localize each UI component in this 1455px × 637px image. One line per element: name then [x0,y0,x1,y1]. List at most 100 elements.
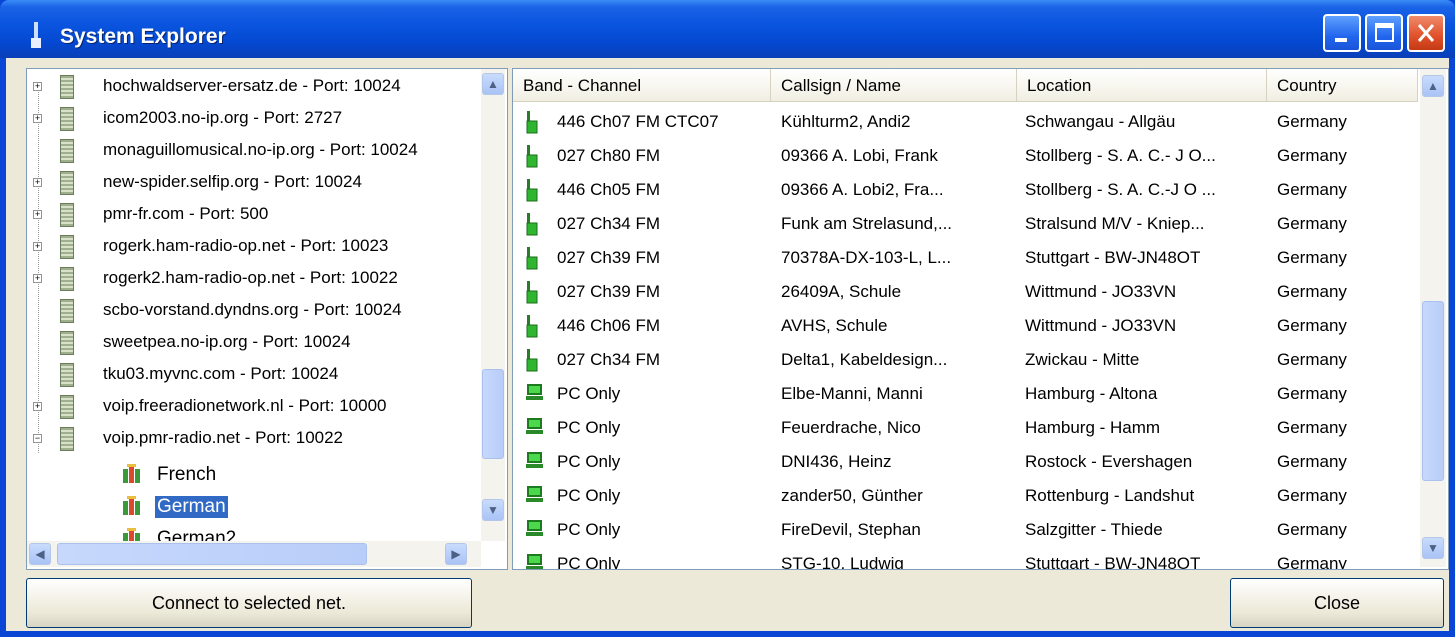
minimize-button[interactable] [1323,14,1361,52]
tree-server-label: voip.freeradionetwork.nl - Port: 10000 [103,396,387,415]
close-button[interactable]: Close [1230,578,1444,628]
list-row[interactable]: PC Only Feuerdrache, Nico Hamburg - Hamm Ge… [513,411,1418,445]
scroll-up-button[interactable]: ▲ [482,73,504,95]
list-scroll-thumb[interactable] [1422,301,1444,481]
expand-icon[interactable]: + [33,210,42,219]
tree-vertical-scrollbar[interactable]: ▲ ▼ [481,69,505,541]
list-row[interactable]: PC Only Elbe-Manni, Manni Hamburg - Altona… [513,377,1418,411]
server-icon [60,395,74,419]
tree-net-label: French [157,464,217,485]
cell-band: PC Only [557,486,621,505]
expand-icon[interactable]: + [33,402,42,411]
user-list[interactable]: Band - Channel Callsign / Name Location … [512,68,1449,570]
column-header-callsign[interactable]: Callsign / Name [771,69,1017,101]
column-header-band[interactable]: Band - Channel [513,69,771,101]
tree-net-label: German [154,495,229,519]
pc-icon [526,520,543,536]
scroll-down-button[interactable]: ▼ [482,499,504,521]
cell-band: 446 Ch05 FM [557,180,660,199]
cell-country: Germany [1277,180,1347,199]
list-row[interactable]: PC Only zander50, Günther Rottenburg - Lan… [513,479,1418,513]
list-scroll-down-button[interactable]: ▼ [1422,537,1444,559]
radio-icon [526,213,538,236]
list-row[interactable]: PC Only FireDevil, Stephan Salzgitter - Th… [513,513,1418,547]
list-row[interactable]: 446 Ch07 FM CTC07 Kühlturm2, Andi2 Schwang… [513,105,1418,139]
server-tree[interactable]: + hochwaldserver-ersatz.de - Port: 10024 +… [26,68,508,570]
expand-icon[interactable]: + [33,274,42,283]
cell-band: 446 Ch07 FM CTC07 [557,112,719,131]
list-row[interactable]: PC Only DNI436, Heinz Rostock - Evershagen… [513,445,1418,479]
cell-band: 027 Ch34 FM [557,214,660,233]
cell-country: Germany [1277,452,1347,471]
cell-callsign: DNI436, Heinz [781,452,892,471]
radio-icon [526,111,538,134]
cell-country: Germany [1277,554,1347,570]
cell-location: Schwangau - Allgäu [1025,112,1176,131]
server-icon [60,107,74,131]
cell-country: Germany [1277,248,1347,267]
tree-server-label: new-spider.selfip.org - Port: 10024 [103,172,362,191]
cell-location: Hamburg - Hamm [1025,418,1161,437]
cell-band: PC Only [557,418,621,437]
cell-callsign: AVHS, Schule [781,316,888,335]
cell-location: Rottenburg - Landshut [1025,486,1195,505]
tree-server-label: monaguillomusical.no-ip.org - Port: 1002… [103,140,418,159]
tree-server-label: rogerk.ham-radio-op.net - Port: 10023 [103,236,389,255]
cell-band: 027 Ch80 FM [557,146,660,165]
server-icon [60,299,74,323]
tree-scroll-thumb[interactable] [482,369,504,459]
list-row[interactable]: 446 Ch06 FM AVHS, Schule Wittmund - JO33VN… [513,309,1418,343]
close-icon [1417,24,1435,42]
cell-country: Germany [1277,112,1347,131]
cell-callsign: Kühlturm2, Andi2 [781,112,911,131]
column-header-location[interactable]: Location [1017,69,1267,101]
tree-horizontal-scrollbar[interactable]: ◀ ▶ [27,541,481,567]
tree-connector-line [38,83,39,453]
tree-server-label: hochwaldserver-ersatz.de - Port: 10024 [103,76,401,95]
radio-icon [526,179,538,202]
cell-band: 027 Ch39 FM [557,282,660,301]
list-row[interactable]: 027 Ch34 FM Delta1, Kabeldesign... Zwickau… [513,343,1418,377]
list-scroll-up-button[interactable]: ▲ [1422,75,1444,97]
title-bar[interactable]: System Explorer [0,0,1455,58]
cell-location: Wittmund - JO33VN [1025,282,1177,301]
cell-country: Germany [1277,146,1347,165]
cell-callsign: Funk am Strelasund,... [781,214,953,233]
close-window-button[interactable] [1407,14,1445,52]
cell-country: Germany [1277,282,1347,301]
expand-icon[interactable]: + [33,114,42,123]
radio-icon [526,145,538,168]
cell-location: Stralsund M/V - Kniep... [1025,214,1205,233]
connect-button[interactable]: Connect to selected net. [26,578,472,628]
cell-callsign: 26409A, Schule [781,282,902,301]
tree-hscroll-thumb[interactable] [57,543,367,565]
server-icon [60,267,74,291]
cell-callsign: Elbe-Manni, Manni [781,384,923,403]
app-icon [31,22,41,48]
cell-callsign: Delta1, Kabeldesign... [781,350,948,369]
maximize-button[interactable] [1365,14,1403,52]
column-header-country[interactable]: Country [1267,69,1418,101]
list-row[interactable]: 027 Ch80 FM 09366 A. Lobi, Frank Stollberg… [513,139,1418,173]
radio-icon [526,281,538,304]
expand-icon[interactable]: + [33,242,42,251]
tree-server-label: icom2003.no-ip.org - Port: 2727 [103,108,343,127]
client-area: + hochwaldserver-ersatz.de - Port: 10024 +… [6,58,1449,631]
list-row[interactable]: 446 Ch05 FM 09366 A. Lobi2, Fra... Stollbe… [513,173,1418,207]
maximize-icon [1375,23,1394,42]
radio-icon [526,315,538,338]
collapse-icon[interactable]: − [33,434,42,443]
list-row[interactable]: PC Only STG-10, Ludwig Stuttgart - BW-JN48… [513,547,1418,570]
list-row[interactable]: 027 Ch34 FM Funk am Strelasund,... Stralsu… [513,207,1418,241]
scroll-right-button[interactable]: ▶ [445,543,467,565]
cell-band: PC Only [557,384,621,403]
scroll-left-button[interactable]: ◀ [29,543,51,565]
expand-icon[interactable]: + [33,82,42,91]
cell-country: Germany [1277,520,1347,539]
expand-icon[interactable]: + [33,178,42,187]
list-vertical-scrollbar[interactable]: ▲ ▼ [1420,69,1446,567]
list-row[interactable]: 027 Ch39 FM 70378A-DX-103-L, L... Stuttgar… [513,241,1418,275]
cell-callsign: STG-10, Ludwig [781,554,904,570]
server-icon [60,203,74,227]
list-row[interactable]: 027 Ch39 FM 26409A, Schule Wittmund - JO33… [513,275,1418,309]
